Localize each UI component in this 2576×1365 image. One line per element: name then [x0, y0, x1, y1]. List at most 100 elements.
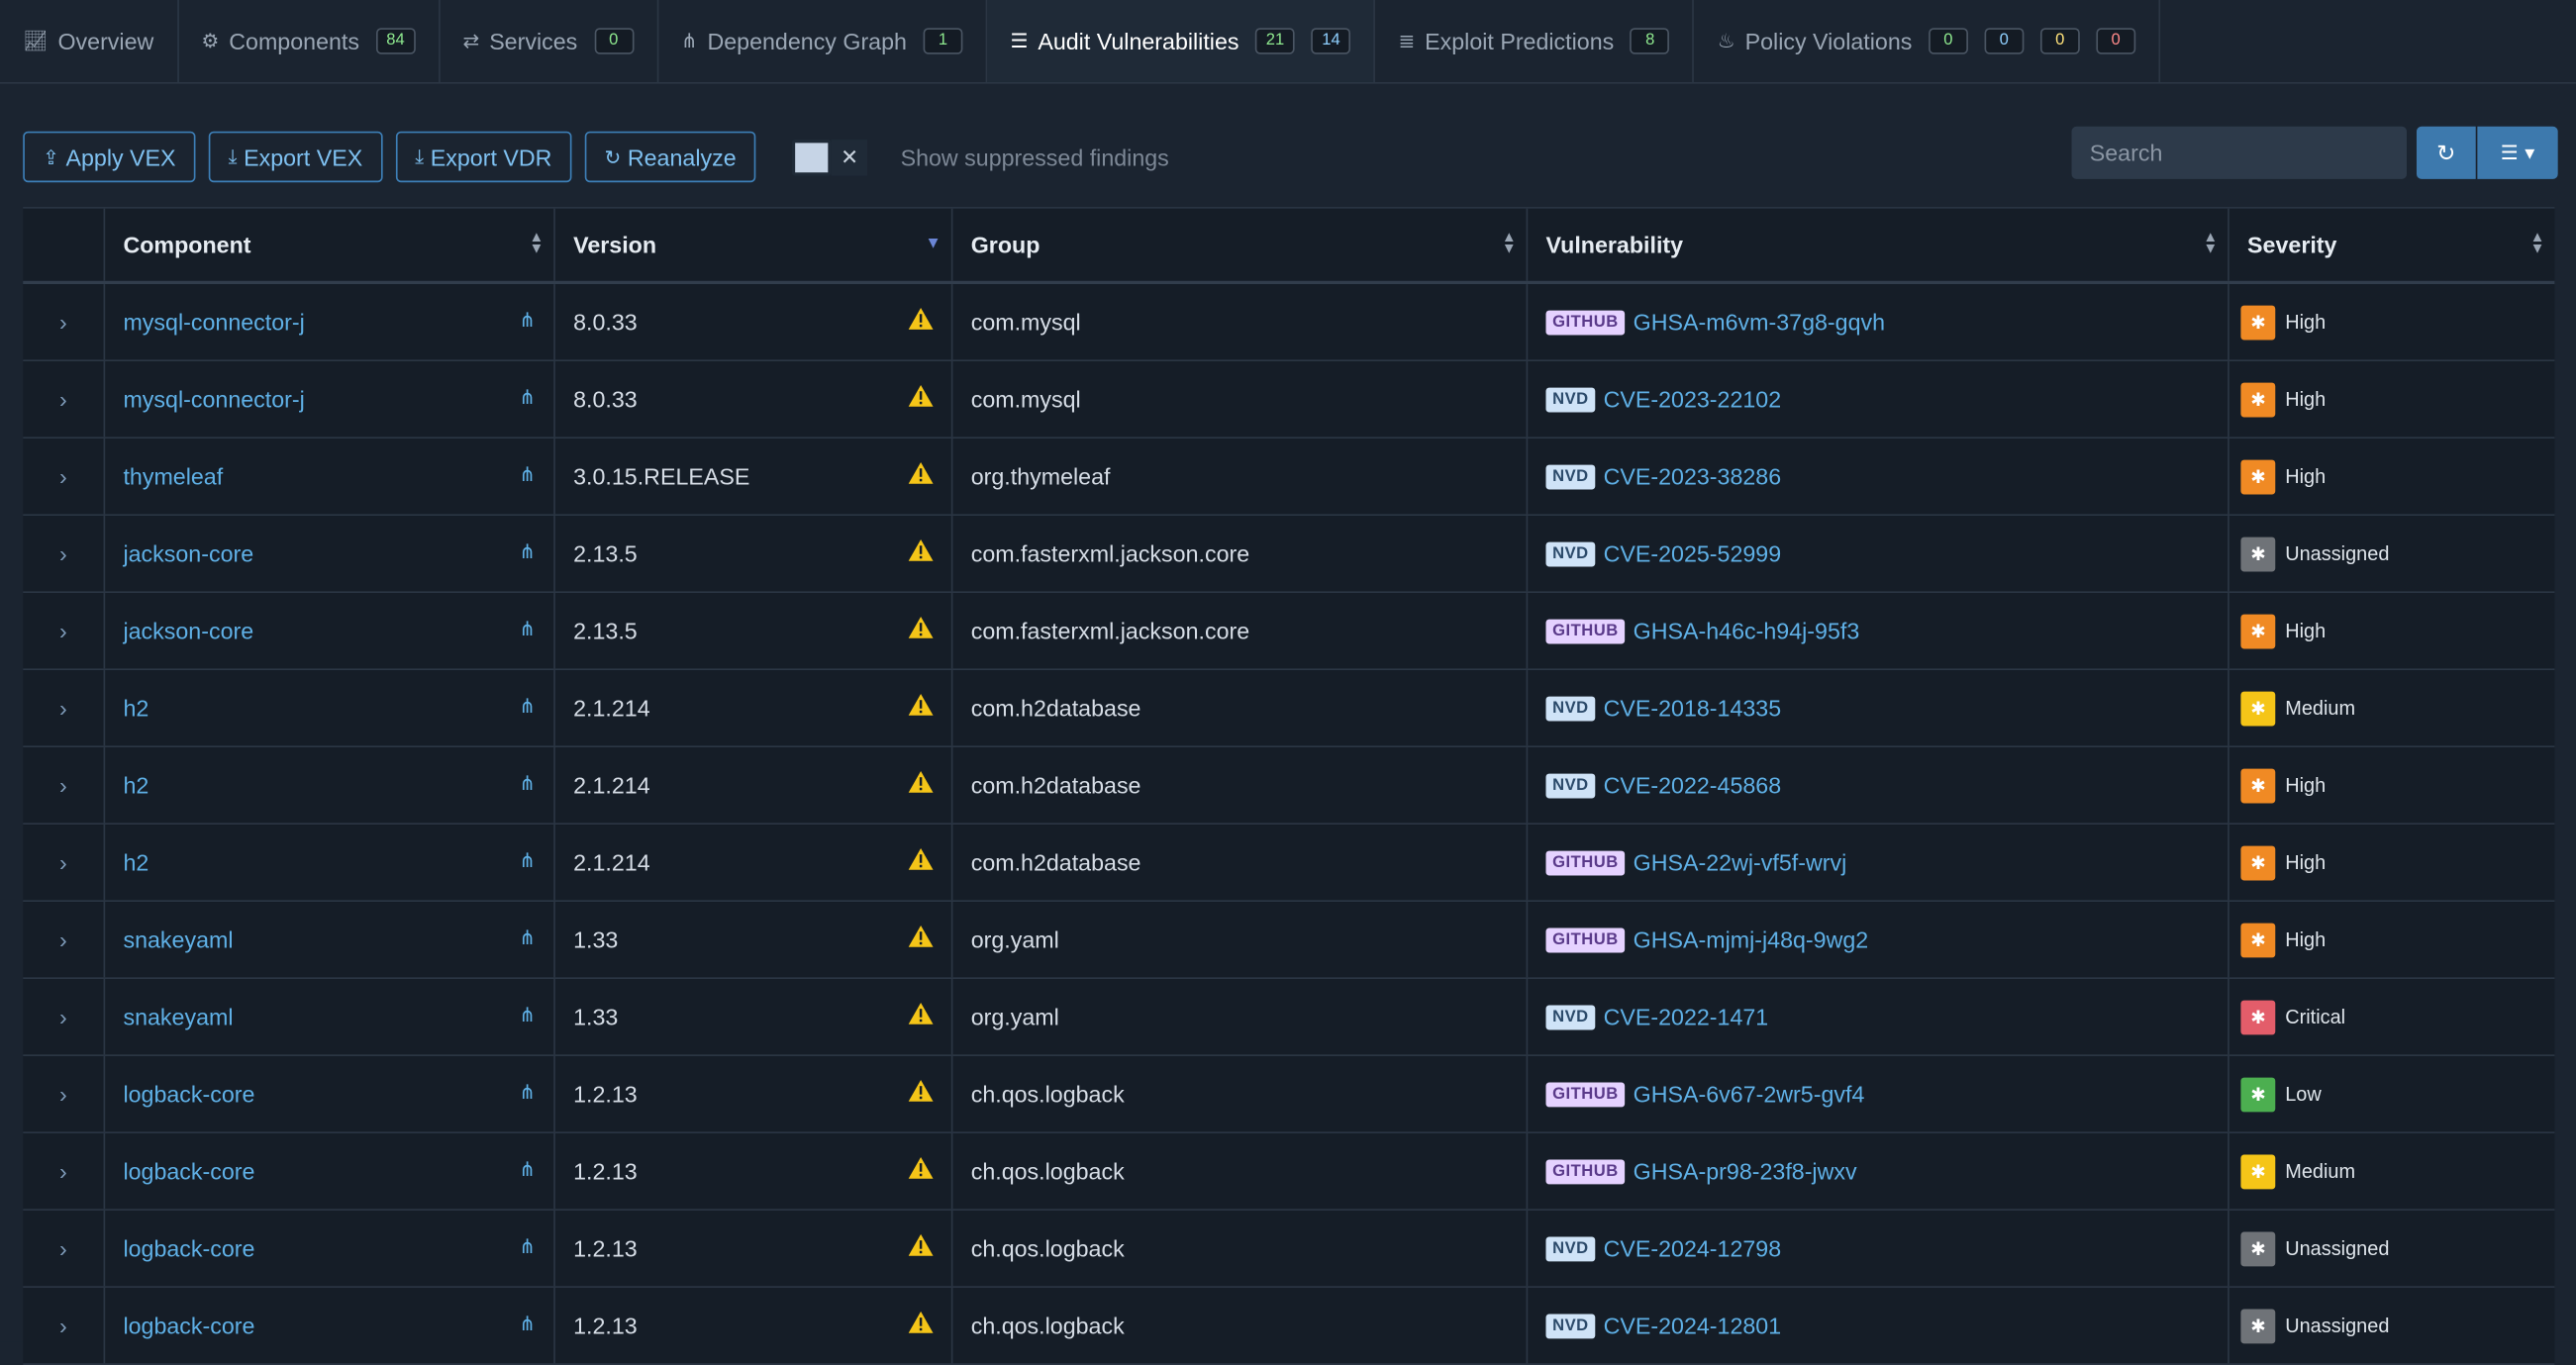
expand-cell[interactable]: › [23, 1210, 106, 1287]
component-link[interactable]: snakeyaml [123, 1004, 233, 1030]
chevron-right-icon[interactable]: › [59, 849, 67, 876]
table-row[interactable]: › logback-core ⋔ 1.2.13 ch.qos.logback N… [23, 1287, 2555, 1365]
component-link[interactable]: jackson-core [123, 540, 253, 567]
sitemap-icon[interactable]: ⋔ [519, 926, 536, 949]
sitemap-icon[interactable]: ⋔ [519, 386, 536, 409]
sitemap-icon[interactable]: ⋔ [519, 309, 536, 332]
component-link[interactable]: snakeyaml [123, 926, 233, 953]
chevron-right-icon[interactable]: › [59, 463, 67, 490]
chevron-right-icon[interactable]: › [59, 1158, 67, 1185]
expand-cell[interactable]: › [23, 902, 106, 978]
component-link[interactable]: logback-core [123, 1235, 254, 1262]
chevron-right-icon[interactable]: › [59, 540, 67, 567]
table-row[interactable]: › h2 ⋔ 2.1.214 com.h2database NVD CVE-20… [23, 670, 2555, 748]
table-row[interactable]: › h2 ⋔ 2.1.214 com.h2database GITHUB GHS… [23, 825, 2555, 903]
column-header-severity[interactable]: Severity ▲ ▼ [2229, 209, 2555, 281]
vulnerability-link[interactable]: GHSA-22wj-vf5f-wrvj [1634, 849, 1847, 876]
tab-services[interactable]: ⇄ Services 0 [440, 0, 658, 82]
expand-cell[interactable]: › [23, 1055, 106, 1132]
tab-components[interactable]: ⚙︎ Components 84 [178, 0, 441, 82]
table-row[interactable]: › logback-core ⋔ 1.2.13 ch.qos.logback G… [23, 1132, 2555, 1211]
chevron-right-icon[interactable]: › [59, 618, 67, 644]
vulnerability-link[interactable]: GHSA-mjmj-j48q-9wg2 [1634, 926, 1869, 953]
component-link[interactable]: jackson-core [123, 618, 253, 644]
export-vex-button[interactable]: ⤓ Export VEX [208, 131, 383, 183]
vulnerability-link[interactable]: GHSA-6v67-2wr5-gvf4 [1634, 1081, 1865, 1108]
tab-dependency-graph[interactable]: ⋔ Dependency Graph 1 [658, 0, 988, 82]
table-row[interactable]: › snakeyaml ⋔ 1.33 org.yaml NVD CVE-2022… [23, 979, 2555, 1056]
table-row[interactable]: › logback-core ⋔ 1.2.13 ch.qos.logback G… [23, 1055, 2555, 1133]
component-link[interactable]: mysql-connector-j [123, 309, 304, 336]
expand-cell[interactable]: › [23, 516, 106, 592]
expand-cell[interactable]: › [23, 1287, 106, 1364]
vulnerability-link[interactable]: CVE-2023-22102 [1604, 386, 1782, 413]
toggle-box[interactable] [792, 139, 832, 175]
vulnerability-link[interactable]: CVE-2022-1471 [1604, 1004, 1769, 1030]
sitemap-icon[interactable]: ⋔ [519, 695, 536, 718]
sitemap-icon[interactable]: ⋔ [519, 1313, 536, 1335]
component-link[interactable]: logback-core [123, 1081, 254, 1108]
component-link[interactable]: mysql-connector-j [123, 386, 304, 413]
tab-policy-violations[interactable]: ♨︎ Policy Violations 0 0 0 0 [1695, 0, 2160, 82]
chevron-right-icon[interactable]: › [59, 772, 67, 799]
vulnerability-link[interactable]: CVE-2025-52999 [1604, 540, 1782, 567]
vulnerability-link[interactable]: GHSA-m6vm-37g8-gqvh [1634, 309, 1885, 336]
component-link[interactable]: thymeleaf [123, 463, 223, 490]
chevron-right-icon[interactable]: › [59, 926, 67, 953]
table-row[interactable]: › mysql-connector-j ⋔ 8.0.33 com.mysql G… [23, 284, 2555, 362]
tab-exploit-predictions[interactable]: ≣ Exploit Predictions 8 [1375, 0, 1695, 82]
tab-overview[interactable]: 📈︎ Overview [0, 0, 179, 82]
table-row[interactable]: › h2 ⋔ 2.1.214 com.h2database NVD CVE-20… [23, 747, 2555, 826]
chevron-right-icon[interactable]: › [59, 1004, 67, 1030]
vulnerability-link[interactable]: CVE-2018-14335 [1604, 695, 1782, 722]
sitemap-icon[interactable]: ⋔ [519, 1004, 536, 1026]
sitemap-icon[interactable]: ⋔ [519, 1081, 536, 1104]
apply-vex-button[interactable]: ⇪ Apply VEX [23, 131, 196, 183]
chevron-right-icon[interactable]: › [59, 1081, 67, 1108]
component-link[interactable]: h2 [123, 695, 149, 722]
table-row[interactable]: › logback-core ⋔ 1.2.13 ch.qos.logback N… [23, 1210, 2555, 1288]
column-header-group[interactable]: Group ▲ ▼ [952, 208, 1529, 281]
vulnerability-link[interactable]: CVE-2024-12798 [1604, 1235, 1782, 1262]
refresh-button[interactable]: ↻ [2416, 126, 2476, 179]
table-row[interactable]: › mysql-connector-j ⋔ 8.0.33 com.mysql N… [23, 361, 2555, 439]
reanalyze-button[interactable]: ↻ Reanalyze [584, 131, 756, 183]
component-link[interactable]: h2 [123, 772, 149, 799]
vulnerability-link[interactable]: GHSA-pr98-23f8-jwxv [1634, 1158, 1857, 1185]
vulnerability-link[interactable]: CVE-2024-12801 [1604, 1313, 1782, 1339]
search-input[interactable] [2071, 126, 2408, 179]
expand-cell[interactable]: › [23, 361, 106, 438]
expand-cell[interactable]: › [23, 439, 106, 515]
column-toggle-button[interactable]: ☰ ▾ [2477, 126, 2558, 179]
sitemap-icon[interactable]: ⋔ [519, 540, 536, 563]
sitemap-icon[interactable]: ⋔ [519, 463, 536, 486]
table-row[interactable]: › jackson-core ⋔ 2.13.5 com.fasterxml.ja… [23, 593, 2555, 671]
chevron-right-icon[interactable]: › [59, 309, 67, 336]
sitemap-icon[interactable]: ⋔ [519, 772, 536, 795]
expand-cell[interactable]: › [23, 747, 106, 824]
sitemap-icon[interactable]: ⋔ [519, 618, 536, 640]
expand-cell[interactable]: › [23, 979, 106, 1055]
close-icon[interactable]: ✕ [831, 139, 868, 175]
export-vdr-button[interactable]: ⤓ Export VDR [395, 131, 572, 183]
vulnerability-link[interactable]: CVE-2023-38286 [1604, 463, 1782, 490]
expand-cell[interactable]: › [23, 1132, 106, 1210]
show-suppressed-toggle[interactable]: ✕ [792, 139, 868, 175]
chevron-right-icon[interactable]: › [59, 1235, 67, 1262]
chevron-right-icon[interactable]: › [59, 386, 67, 413]
sitemap-icon[interactable]: ⋔ [519, 849, 536, 872]
tab-audit-vulnerabilities[interactable]: ☰ Audit Vulnerabilities 21 14 [987, 0, 1376, 82]
expand-cell[interactable]: › [23, 593, 106, 669]
expand-cell[interactable]: › [23, 284, 106, 360]
component-link[interactable]: h2 [123, 849, 149, 876]
table-row[interactable]: › thymeleaf ⋔ 3.0.15.RELEASE org.thymele… [23, 439, 2555, 517]
chevron-right-icon[interactable]: › [59, 1313, 67, 1339]
expand-cell[interactable]: › [23, 670, 106, 746]
column-header-vulnerability[interactable]: Vulnerability ▲ ▼ [1528, 208, 2229, 281]
table-row[interactable]: › jackson-core ⋔ 2.13.5 com.fasterxml.ja… [23, 516, 2555, 594]
component-link[interactable]: logback-core [123, 1313, 254, 1339]
chevron-right-icon[interactable]: › [59, 695, 67, 722]
vulnerability-link[interactable]: CVE-2022-45868 [1604, 772, 1782, 799]
column-header-component[interactable]: Component ▲ ▼ [105, 208, 555, 281]
component-link[interactable]: logback-core [123, 1158, 254, 1185]
